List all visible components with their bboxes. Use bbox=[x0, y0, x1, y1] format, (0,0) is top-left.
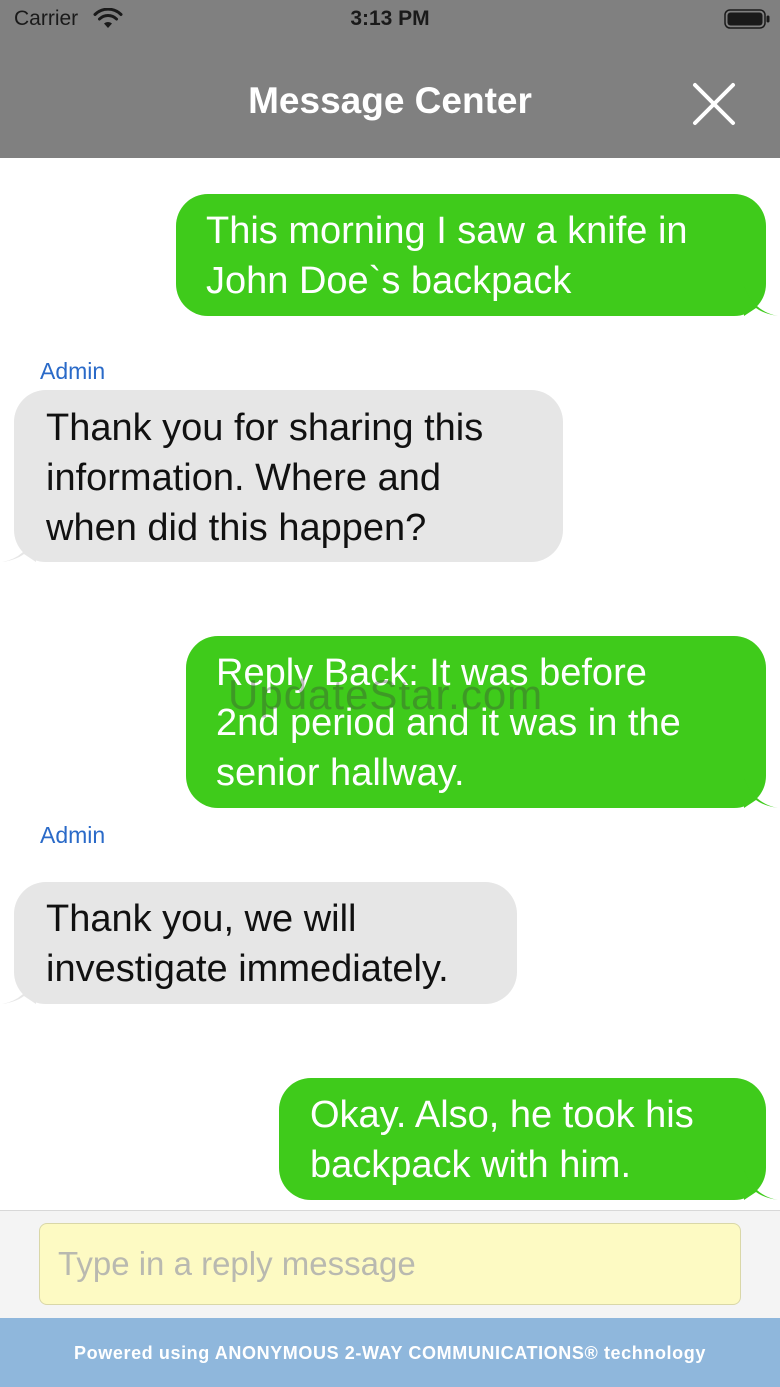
reply-bar bbox=[0, 1210, 780, 1318]
message-text: 2nd period and it was in the bbox=[216, 702, 681, 744]
message-text: Thank you for sharing this bbox=[46, 407, 484, 449]
reply-input[interactable] bbox=[39, 1223, 741, 1305]
message-bubble-outgoing: This morning I saw a knife in John Doe`s… bbox=[176, 194, 766, 316]
message-bubble-outgoing: Okay. Also, he took his backpack with hi… bbox=[279, 1078, 766, 1200]
close-button[interactable] bbox=[686, 76, 742, 132]
message-text: information. Where and bbox=[46, 457, 441, 499]
status-bar: Carrier 3:13 PM bbox=[0, 0, 780, 44]
message-text: This morning I saw a knife in bbox=[206, 210, 688, 252]
message-bubble-incoming: Thank you, we will investigate immediate… bbox=[14, 882, 517, 1004]
status-time: 3:13 PM bbox=[350, 7, 430, 30]
bubble-tail bbox=[744, 286, 778, 316]
close-icon bbox=[693, 83, 735, 125]
message-bubble-outgoing: Reply Back: It was before 2nd period and… bbox=[186, 636, 766, 808]
message-text: Thank you, we will bbox=[46, 898, 357, 940]
footer: Powered using ANONYMOUS 2-WAY COMMUNICAT… bbox=[0, 1318, 780, 1387]
bubble-tail bbox=[2, 974, 36, 1004]
bubble-tail bbox=[2, 532, 36, 562]
footer-text: Powered using ANONYMOUS 2-WAY COMMUNICAT… bbox=[74, 1343, 706, 1363]
page-title: Message Center bbox=[248, 80, 532, 121]
battery-icon bbox=[724, 9, 770, 29]
message-text: John Doe`s backpack bbox=[206, 260, 572, 302]
message-text: Okay. Also, he took his bbox=[310, 1094, 694, 1136]
sender-label: Admin bbox=[40, 822, 106, 848]
sender-label: Admin bbox=[40, 358, 106, 384]
message-text: Reply Back: It was before bbox=[216, 652, 647, 694]
top-bar: Carrier 3:13 PM Message Center bbox=[0, 0, 780, 158]
bubble-tail bbox=[744, 778, 778, 808]
message-text: when did this happen? bbox=[46, 507, 427, 549]
message-text: senior hallway. bbox=[216, 752, 465, 794]
message-bubble-incoming: Thank you for sharing this information. … bbox=[14, 390, 563, 562]
bubble-tail bbox=[744, 1170, 778, 1200]
message-text: backpack with him. bbox=[310, 1144, 632, 1186]
message-list[interactable]: This morning I saw a knife in John Doe`s… bbox=[0, 158, 780, 1210]
message-text: investigate immediately. bbox=[46, 948, 449, 990]
